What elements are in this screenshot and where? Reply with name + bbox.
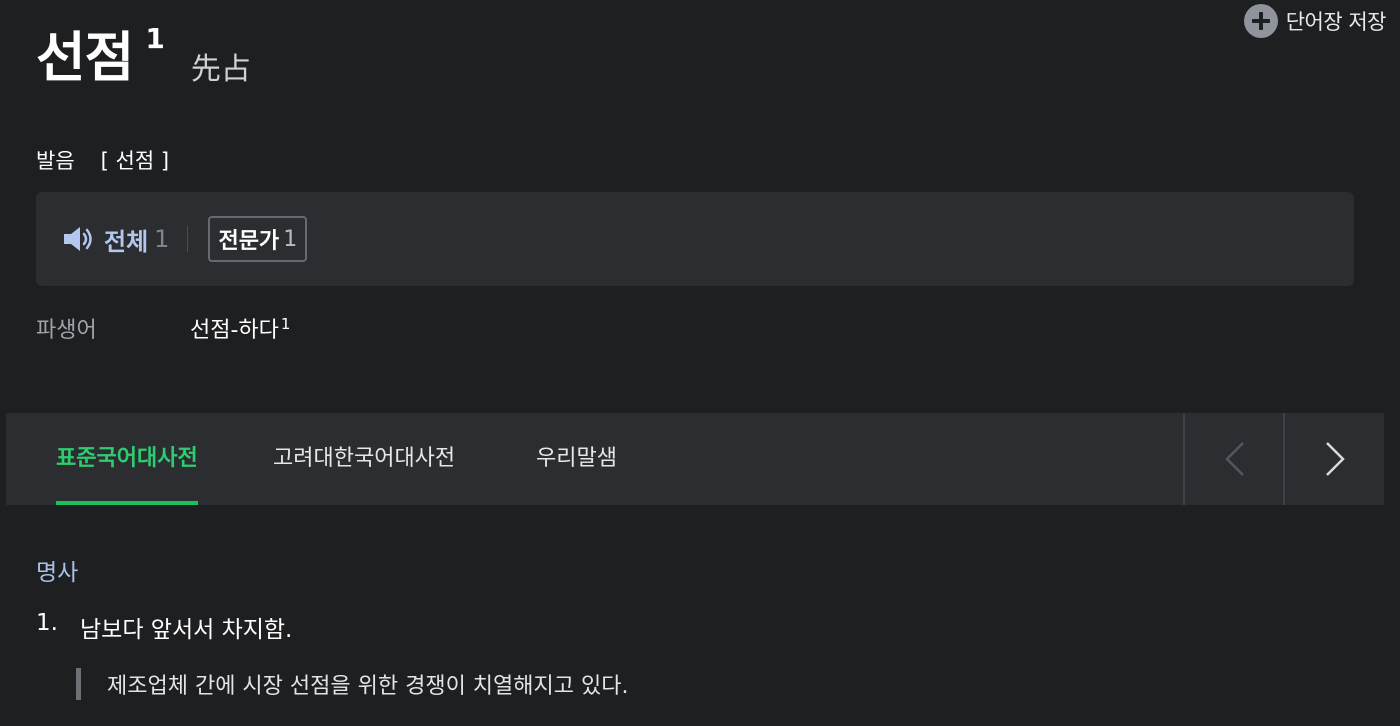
example-bar	[76, 668, 81, 700]
chevron-left-icon	[1224, 442, 1244, 476]
tab-korea-university-dictionary[interactable]: 고려대한국어대사전	[273, 413, 455, 505]
pronunciation-value: [ 선점 ]	[100, 149, 170, 173]
example-text: 제조업체 간에 시장 선점을 위한 경쟁이 치열해지고 있다.	[107, 674, 629, 699]
example-sentence: 제조업체 간에 시장 선점을 위한 경쟁이 치열해지고 있다.	[76, 668, 628, 700]
audio-all-link[interactable]: 전체	[104, 222, 148, 257]
definition-number: 1.	[36, 610, 58, 636]
plus-circle-icon	[1243, 4, 1278, 38]
tab-standard-korean-dictionary[interactable]: 표준국어대사전	[56, 413, 198, 505]
definition-row: 1. 남보다 앞서서 차지함.	[36, 610, 292, 644]
pronunciation-row: 발음 [ 선점 ]	[36, 145, 169, 175]
derivative-label: 파생어	[36, 318, 97, 343]
derivative-row: 파생어 선점-하다 1	[36, 312, 290, 344]
save-to-wordbook-button[interactable]: 단어장 저장	[1243, 4, 1387, 38]
audio-panel: 전체 1 전문가 1	[36, 192, 1354, 286]
audio-all-count: 1	[154, 225, 170, 253]
headword: 선점	[36, 26, 134, 89]
tabs-prev-button[interactable]	[1183, 413, 1284, 505]
derivative-word: 선점-하다	[190, 318, 279, 343]
expert-audio-label: 전문가	[218, 229, 280, 254]
expert-audio-count: 1	[283, 226, 298, 252]
definition-text: 남보다 앞서서 차지함.	[80, 617, 293, 643]
headword-row: 선점 1 先占	[36, 18, 251, 98]
chevron-right-icon	[1325, 442, 1345, 476]
expert-audio-button[interactable]: 전문가 1	[208, 216, 308, 262]
part-of-speech: 명사	[36, 560, 79, 586]
homonym-number: 1	[145, 22, 165, 55]
hanja: 先占	[190, 52, 251, 87]
speaker-icon[interactable]	[62, 225, 96, 253]
derivative-link[interactable]: 선점-하다 1	[190, 312, 290, 344]
tab-urimalsaem[interactable]: 우리말샘	[536, 413, 617, 505]
tabs-next-button[interactable]	[1283, 413, 1384, 505]
dictionary-entry-page: 단어장 저장 선점 1 先占 발음 [ 선점 ] 전체 1 전문가 1 파생어 …	[0, 0, 1400, 726]
pronunciation-label: 발음	[36, 149, 75, 173]
derivative-homonym-number: 1	[280, 315, 291, 333]
save-to-wordbook-label: 단어장 저장	[1285, 10, 1387, 34]
divider	[187, 226, 189, 252]
dictionary-tabbar: 표준국어대사전 고려대한국어대사전 우리말샘	[6, 413, 1384, 505]
